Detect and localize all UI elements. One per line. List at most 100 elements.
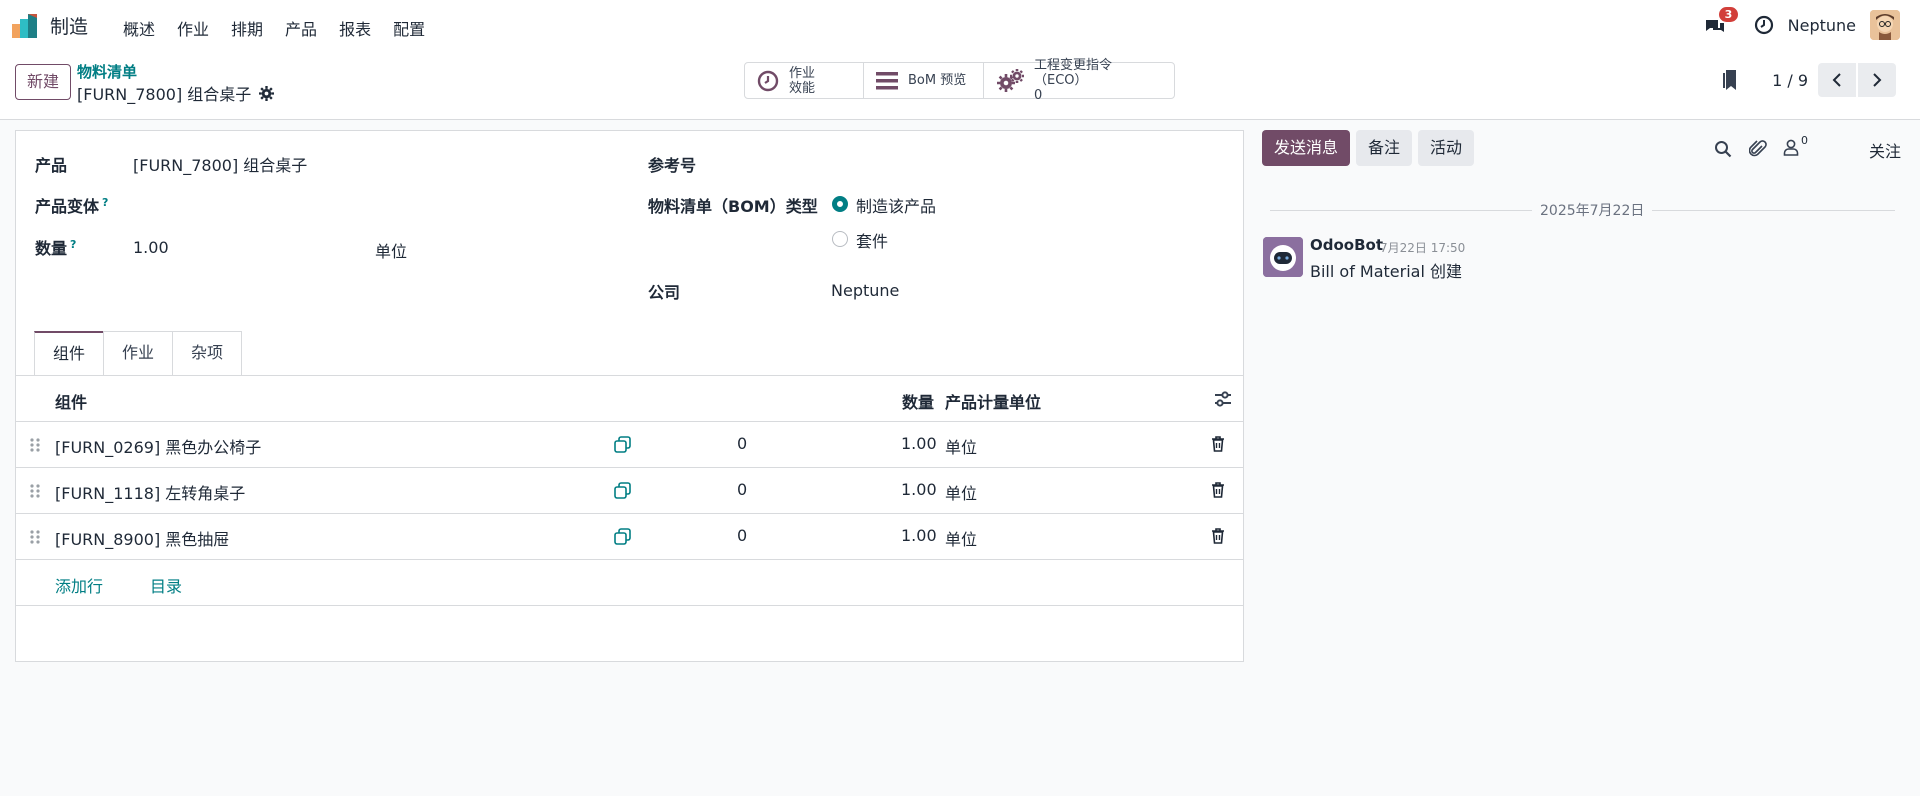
copy-icon[interactable] — [614, 436, 631, 453]
bom-preview-button[interactable]: BoM 预览 — [864, 63, 984, 98]
table-row[interactable]: [FURN_8900] 黑色抽屉 0 1.00 单位 — [16, 514, 1243, 560]
follow-button[interactable]: 关注 — [1869, 138, 1901, 162]
search-icon[interactable] — [1714, 140, 1732, 158]
date-label: 2025年7月22日 — [1532, 200, 1653, 220]
uom-cell[interactable]: 单位 — [945, 526, 977, 550]
bom-type-option[interactable]: 制造该产品 — [856, 193, 936, 217]
product-label: 产品 — [35, 156, 68, 175]
smart-label-line2: 效能 — [789, 80, 816, 96]
table-row[interactable]: [FURN_0269] 黑色办公椅子 0 1.00 单位 — [16, 422, 1243, 468]
row-value[interactable]: 0 — [737, 526, 747, 545]
pager-previous-button[interactable] — [1818, 63, 1856, 97]
component-cell[interactable]: [FURN_8900] 黑色抽屉 — [55, 526, 229, 550]
followers-button[interactable]: 0 — [1783, 134, 1808, 156]
menu-operations[interactable]: 作业 — [166, 14, 220, 42]
menu-products[interactable]: 产品 — [274, 14, 328, 42]
breadcrumb-current: [FURN_7800] 组合桌子 — [77, 81, 275, 105]
company-field[interactable]: Neptune — [831, 281, 899, 300]
trash-icon[interactable] — [1211, 436, 1225, 452]
drag-handle-icon[interactable] — [30, 437, 40, 453]
odoobot-avatar[interactable] — [1263, 237, 1303, 277]
tab-operations[interactable]: 作业 — [103, 331, 174, 375]
menu-overview[interactable]: 概述 — [112, 14, 166, 42]
column-component[interactable]: 组件 — [55, 389, 87, 413]
send-message-button[interactable]: 发送消息 — [1262, 130, 1351, 166]
trash-icon[interactable] — [1211, 528, 1225, 544]
copy-icon[interactable] — [614, 482, 631, 499]
trash-icon[interactable] — [1211, 482, 1225, 498]
form-sheet: 产品 [FURN_7800] 组合桌子 产品变体? 数量? 1.00 单位 参考… — [15, 130, 1244, 662]
smart-buttons: 作业 效能 BoM 预览 工程变更指令（ECO） 0 — [744, 58, 1175, 103]
activity-button[interactable]: 活动 — [1418, 130, 1475, 166]
breadcrumb-parent[interactable]: 物料清单 — [77, 61, 137, 82]
messaging-menu[interactable]: 3 — [1704, 7, 1739, 40]
uom-cell[interactable]: 单位 — [945, 434, 977, 458]
bom-type-label: 物料清单（BOM）类型 — [648, 197, 818, 216]
bookmark-icon[interactable] — [1722, 70, 1740, 90]
menu-planning[interactable]: 排期 — [220, 14, 274, 42]
top-navbar: 制造 概述 作业 排期 产品 报表 配置 3 Neptune — [0, 0, 1920, 52]
reference-field[interactable] — [831, 152, 1221, 174]
copy-icon[interactable] — [614, 528, 631, 545]
quantity-field[interactable]: 1.00 — [133, 238, 169, 257]
quantity-cell[interactable]: 1.00 — [901, 526, 937, 545]
variant-field[interactable] — [133, 193, 513, 215]
component-cell[interactable]: [FURN_1118] 左转角桌子 — [55, 480, 245, 504]
row-value[interactable]: 0 — [737, 480, 747, 499]
app-brand[interactable]: 制造 — [12, 12, 88, 39]
tab-miscellaneous[interactable]: 杂项 — [172, 331, 243, 375]
quantity-cell[interactable]: 1.00 — [901, 434, 937, 453]
catalog-link[interactable]: 目录 — [150, 573, 182, 597]
message-body: Bill of Material 创建 — [1310, 262, 1462, 281]
chevron-right-icon — [1873, 73, 1882, 87]
user-icon — [1783, 138, 1799, 156]
pager-value[interactable]: 1 / 9 — [1772, 71, 1808, 90]
app-name: 制造 — [50, 16, 89, 38]
column-uom[interactable]: 产品计量单位 — [945, 389, 1041, 413]
log-note-button[interactable]: 备注 — [1356, 130, 1413, 166]
message-time: 7月22日 17:50 — [1380, 241, 1466, 255]
paperclip-icon[interactable] — [1749, 139, 1767, 159]
product-field[interactable]: [FURN_7800] 组合桌子 — [133, 152, 307, 176]
component-cell[interactable]: [FURN_0269] 黑色办公椅子 — [55, 434, 261, 458]
menu-reporting[interactable]: 报表 — [328, 14, 382, 42]
message-author[interactable]: OdooBot — [1310, 236, 1383, 254]
record-title: [FURN_7800] 组合桌子 — [77, 85, 252, 104]
uom-field[interactable]: 单位 — [375, 238, 407, 262]
new-button[interactable]: 新建 — [15, 64, 72, 100]
gear-icon[interactable] — [259, 85, 275, 101]
clock-icon[interactable] — [1754, 15, 1774, 35]
user-name[interactable]: Neptune — [1788, 16, 1856, 35]
variant-label-text: 产品变体 — [35, 197, 100, 216]
quantity-cell[interactable]: 1.00 — [901, 480, 937, 499]
notebook-tabs: 组件 作业 杂项 — [34, 331, 243, 376]
help-tooltip[interactable]: ? — [102, 196, 108, 209]
pager-next-button[interactable] — [1858, 63, 1896, 97]
drag-handle-icon[interactable] — [30, 483, 40, 499]
operations-efficiency-button[interactable]: 作业 效能 — [745, 63, 864, 98]
smart-label: BoM 预览 — [908, 73, 967, 88]
user-avatar[interactable] — [1870, 10, 1900, 40]
bom-type-manufacture-radio[interactable] — [832, 196, 848, 212]
table-row[interactable]: [FURN_1118] 左转角桌子 0 1.00 单位 — [16, 468, 1243, 514]
list-icon — [876, 71, 898, 91]
eco-count: 0 — [1034, 88, 1043, 103]
help-tooltip[interactable]: ? — [70, 238, 76, 251]
add-line-link[interactable]: 添加行 — [55, 573, 103, 597]
pager: 1 / 9 — [1722, 63, 1896, 97]
bom-type-kit-radio[interactable] — [832, 231, 848, 247]
menu-configuration[interactable]: 配置 — [382, 14, 436, 42]
column-quantity[interactable]: 数量 — [902, 389, 934, 413]
uom-cell[interactable]: 单位 — [945, 480, 977, 504]
drag-handle-icon[interactable] — [30, 529, 40, 545]
row-value[interactable]: 0 — [737, 434, 747, 453]
bom-type-option[interactable]: 套件 — [856, 228, 888, 252]
eco-button[interactable]: 工程变更指令（ECO） 0 — [984, 58, 1174, 103]
gears-icon — [996, 68, 1024, 93]
quantity-label: 数量? — [35, 235, 76, 259]
tab-components[interactable]: 组件 — [34, 331, 105, 376]
optional-columns-icon[interactable] — [1214, 390, 1232, 408]
follower-count: 0 — [1801, 134, 1808, 147]
company-label: 公司 — [648, 283, 681, 302]
quantity-label-text: 数量 — [35, 239, 68, 258]
